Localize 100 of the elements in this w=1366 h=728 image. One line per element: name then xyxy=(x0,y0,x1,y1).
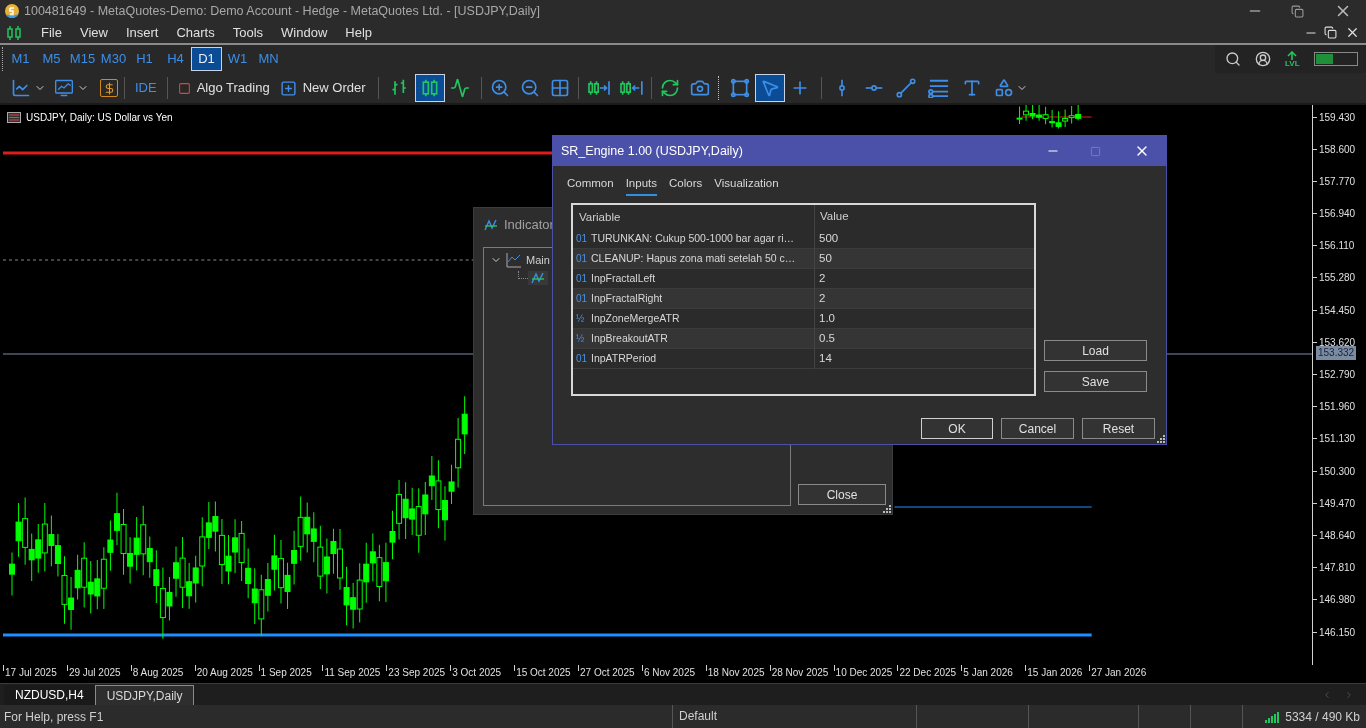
price-axis-label: 154.450 xyxy=(1318,303,1356,318)
value-cell[interactable]: 500 xyxy=(815,229,839,248)
date-axis-label: 5 Jan 2026 xyxy=(962,666,1013,680)
dialog-title: Indicator xyxy=(504,216,554,234)
restore-icon[interactable] xyxy=(1324,26,1337,39)
variable-cell[interactable]: InpFractalRight xyxy=(591,290,663,307)
menu-item[interactable]: Insert xyxy=(116,22,168,43)
resize-grip-icon[interactable] xyxy=(883,505,891,513)
timeframe-button[interactable]: M15 xyxy=(67,47,98,71)
dialog-button[interactable]: Cancel xyxy=(1001,418,1074,439)
line-chart-icon xyxy=(449,78,470,98)
timeframe-button[interactable]: H1 xyxy=(129,47,160,71)
side-button[interactable]: Save xyxy=(1044,371,1147,392)
timeframe-button[interactable]: M5 xyxy=(36,47,67,71)
timeframe-button[interactable]: H4 xyxy=(160,47,191,71)
variable-cell[interactable]: InpATRPeriod xyxy=(591,350,657,367)
menu-item[interactable]: Window xyxy=(272,22,337,43)
value-cell[interactable]: 14 xyxy=(815,349,832,368)
date-axis-label: 27 Jan 2026 xyxy=(1090,666,1147,680)
column-header[interactable]: Value xyxy=(815,208,849,226)
dialog-button[interactable]: Reset xyxy=(1082,418,1155,439)
resize-grip-icon[interactable] xyxy=(1157,435,1165,443)
menu-item[interactable]: Tools xyxy=(223,22,273,43)
trend-line-icon[interactable] xyxy=(895,78,916,98)
candlestick-icon xyxy=(6,24,22,41)
date-axis-label: 15 Oct 2025 xyxy=(515,666,571,680)
timeframe-button[interactable]: W1 xyxy=(222,47,253,71)
ide-button[interactable]: IDE xyxy=(131,78,161,98)
date-axis-label: 11 Sep 2025 xyxy=(323,666,381,680)
chart-tab[interactable]: USDJPY,Daily xyxy=(94,685,195,705)
price-axis-label: 157.770 xyxy=(1318,174,1356,189)
variable-cell[interactable]: InpFractalLeft xyxy=(591,270,656,287)
algo-trading-button[interactable]: Algo Trading xyxy=(173,78,274,98)
app-logo-icon xyxy=(4,3,20,19)
plus-square-icon xyxy=(279,79,297,97)
monitor-chart-icon[interactable] xyxy=(54,78,74,98)
toolbar-toggle-button[interactable] xyxy=(414,74,445,102)
scroll-to-end-icon[interactable] xyxy=(586,78,611,98)
chart-tab[interactable]: NZDUSD,H4 xyxy=(4,685,95,705)
tree-item[interactable] xyxy=(528,270,548,285)
menu-item[interactable]: File xyxy=(32,22,71,43)
price-axis-label: 151.130 xyxy=(1318,432,1356,447)
value-cell[interactable]: 2 xyxy=(815,289,826,308)
menu-item[interactable]: Help xyxy=(336,22,382,43)
dialog-tab[interactable]: Visualization xyxy=(714,174,779,196)
square-icon xyxy=(177,81,191,95)
variable-cell[interactable]: InpZoneMergeATR xyxy=(591,310,680,327)
price-axis-label: 155.280 xyxy=(1318,271,1356,286)
traffic-counter: 5334 / 490 Kb xyxy=(1285,708,1360,726)
search-icon[interactable] xyxy=(1225,51,1241,67)
chart-shift-icon[interactable] xyxy=(618,78,643,98)
dialog-tab[interactable]: Inputs xyxy=(625,174,657,196)
zoom-in-icon[interactable] xyxy=(489,78,510,98)
timeframe-button[interactable]: MN xyxy=(253,47,284,71)
new-order-button[interactable]: New Order xyxy=(273,78,372,98)
variable-cell[interactable]: InpBreakoutATR xyxy=(591,330,668,347)
refresh-icon[interactable] xyxy=(659,78,680,98)
status-profile: Default xyxy=(672,705,916,728)
type-mark: 01 xyxy=(576,292,588,306)
date-axis-label: 27 Oct 2025 xyxy=(579,666,635,680)
type-mark: 01 xyxy=(576,232,588,246)
chart-symbol-label: USDJPY, Daily: US Dollar vs Yen xyxy=(26,111,173,125)
type-mark: 01 xyxy=(576,252,588,266)
dialog-tab[interactable]: Colors xyxy=(669,174,703,196)
value-cell[interactable]: 2 xyxy=(815,269,826,288)
toolbar-toggle-button[interactable] xyxy=(754,74,785,102)
close-button[interactable]: Close xyxy=(798,484,886,505)
price-axis-label: 156.110 xyxy=(1318,239,1355,254)
line-chart-icon[interactable] xyxy=(11,78,31,98)
menu-item[interactable]: View xyxy=(70,22,117,43)
value-cell[interactable]: 1.0 xyxy=(815,309,835,328)
dialog-button[interactable]: OK xyxy=(921,418,993,439)
close-icon[interactable] xyxy=(1345,25,1360,40)
tree-item[interactable]: Main xyxy=(526,252,550,269)
zoom-out-icon[interactable] xyxy=(519,78,540,98)
menu-item[interactable]: Charts xyxy=(167,22,224,43)
timeframe-button[interactable]: M1 xyxy=(5,47,36,71)
frame-select-icon xyxy=(729,78,750,98)
timeframe-button[interactable]: D1 xyxy=(191,47,222,71)
date-axis-label: 10 Dec 2025 xyxy=(834,666,893,680)
fibonacci-lines-icon[interactable] xyxy=(927,78,950,98)
side-button[interactable]: Load xyxy=(1044,340,1147,361)
restore-icon[interactable] xyxy=(1291,4,1304,18)
grid-icon[interactable] xyxy=(549,78,570,98)
timeframe-button[interactable]: M30 xyxy=(98,47,129,71)
level-button[interactable]: LVL xyxy=(1285,50,1300,68)
maximize-icon xyxy=(1090,145,1101,157)
date-axis-label: 22 Dec 2025 xyxy=(898,666,957,680)
variable-cell[interactable]: CLEANUP: Hapus zona mati setelah 50 c… xyxy=(591,250,796,267)
dialog-tab[interactable]: Common xyxy=(567,174,614,196)
price-axis-label: 159.430 xyxy=(1318,110,1356,125)
signal-icon xyxy=(1265,710,1282,723)
camera-icon[interactable] xyxy=(689,78,710,98)
user-icon[interactable] xyxy=(1255,51,1271,67)
value-cell[interactable]: 50 xyxy=(815,249,832,268)
dollar-icon[interactable] xyxy=(100,79,118,97)
value-cell[interactable]: 0.5 xyxy=(815,329,835,348)
date-axis-label: 23 Sep 2025 xyxy=(387,666,446,680)
variable-cell[interactable]: TURUNKAN: Cukup 500-1000 bar agar ri… xyxy=(591,230,795,247)
shapes-icon[interactable] xyxy=(993,78,1014,98)
